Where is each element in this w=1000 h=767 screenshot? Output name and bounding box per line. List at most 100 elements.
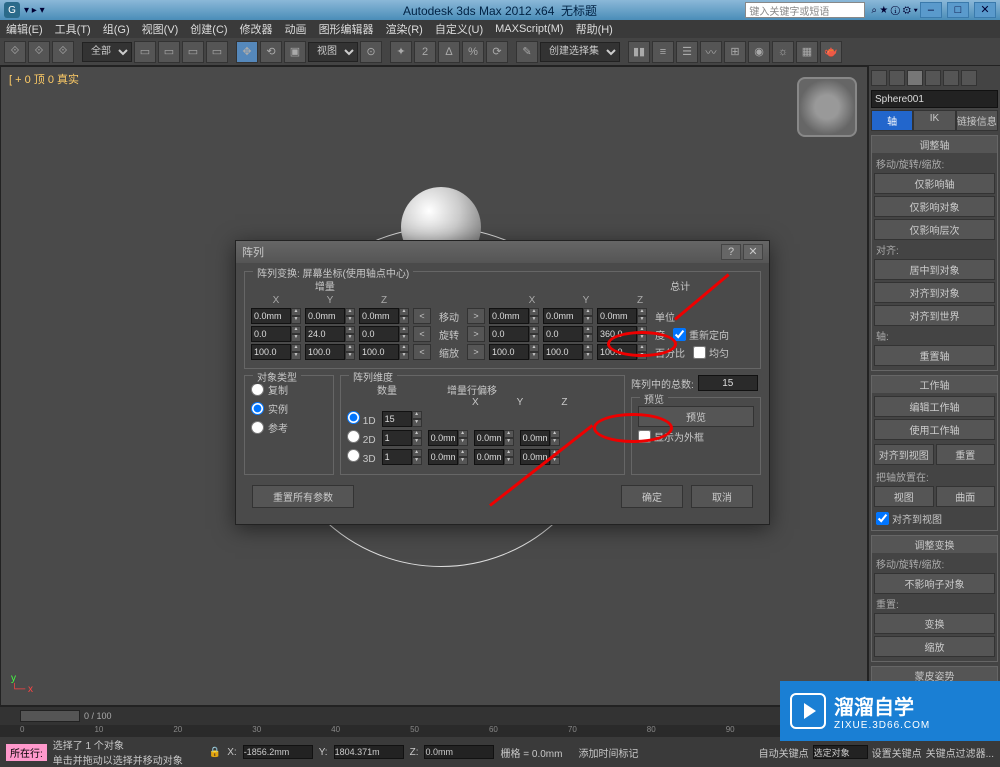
setkey-button[interactable]: 设置关键点 (872, 745, 922, 760)
motion-tab-icon[interactable] (925, 70, 941, 86)
scale-tot-y[interactable]: ▲▼ (543, 344, 593, 360)
app-icon[interactable]: G (4, 2, 20, 18)
move-inc-z[interactable]: ▲▼ (359, 308, 409, 324)
select-icon[interactable]: ▭ (134, 41, 156, 63)
time-tag-button[interactable]: 添加时间标记 (578, 745, 638, 760)
modify-tab-icon[interactable] (889, 70, 905, 86)
linkinfo-subtab[interactable]: 链接信息 (956, 110, 998, 131)
menu-maxscript[interactable]: MAXScript(M) (495, 23, 563, 35)
preview-button[interactable]: 预览 (638, 406, 754, 427)
manip-icon[interactable]: ✦ (390, 41, 412, 63)
align-to-world-button[interactable]: 对齐到世界 (874, 305, 995, 326)
affect-object-button[interactable]: 仅影响对象 (874, 196, 995, 217)
mirror-icon[interactable]: ▮▮ (628, 41, 650, 63)
scale-tot-z[interactable]: ▲▼ (597, 344, 647, 360)
window-crossing-icon[interactable]: ▭ (206, 41, 228, 63)
offset-3d-y[interactable]: ▲▼ (474, 449, 514, 465)
place-view-button[interactable]: 视图 (874, 486, 934, 507)
move-tot-z[interactable]: ▲▼ (597, 308, 647, 324)
snap-angle-icon[interactable]: ∆ (438, 41, 460, 63)
dialog-help-button[interactable]: ? (721, 244, 741, 260)
reset-all-button[interactable]: 重置所有参数 (252, 485, 354, 508)
menu-rendering[interactable]: 渲染(R) (386, 21, 423, 37)
center-to-object-button[interactable]: 居中到对象 (874, 259, 995, 280)
scale-inc-y[interactable]: ▲▼ (305, 344, 355, 360)
render-frame-icon[interactable]: ▦ (796, 41, 818, 63)
curve-editor-icon[interactable]: 〰 (700, 41, 722, 63)
move-inc-x[interactable]: ▲▼ (251, 308, 301, 324)
count-1d[interactable]: ▲▼ (382, 411, 422, 427)
spinner-snap-icon[interactable]: ⟳ (486, 41, 508, 63)
offset-2d-y[interactable]: ▲▼ (474, 430, 514, 446)
named-sel-icon[interactable]: ✎ (516, 41, 538, 63)
hierarchy-tab-icon[interactable] (907, 70, 923, 86)
move-tot-y[interactable]: ▲▼ (543, 308, 593, 324)
infocenter-icons[interactable]: ⌕ ★ ⓘ ⚙ ▾ (871, 5, 917, 16)
render-setup-icon[interactable]: ☼ (772, 41, 794, 63)
offset-3d-x[interactable]: ▲▼ (428, 449, 468, 465)
menu-customize[interactable]: 自定义(U) (435, 21, 483, 37)
scale-left-button[interactable]: < (413, 344, 431, 360)
affect-hierarchy-button[interactable]: 仅影响层次 (874, 219, 995, 240)
move-icon[interactable]: ✥ (236, 41, 258, 63)
autokey-button[interactable]: 自动关键点 (759, 745, 809, 760)
radio-reference[interactable]: 参考 (251, 420, 327, 435)
align-to-object-button[interactable]: 对齐到对象 (874, 282, 995, 303)
dialog-close-button[interactable]: ✕ (743, 244, 763, 260)
menu-group[interactable]: 组(G) (103, 21, 130, 37)
move-inc-y[interactable]: ▲▼ (305, 308, 355, 324)
rot-tot-z[interactable]: ▲▼ (597, 326, 647, 342)
move-tot-x[interactable]: ▲▼ (489, 308, 539, 324)
maximize-button[interactable]: □ (947, 2, 969, 18)
radio-1d[interactable]: 1D (347, 411, 376, 427)
ref-coord-system[interactable]: 视图 (308, 42, 358, 62)
snap-percent-icon[interactable]: % (462, 41, 484, 63)
cancel-button[interactable]: 取消 (691, 485, 753, 508)
layers-icon[interactable]: ☰ (676, 41, 698, 63)
menu-create[interactable]: 创建(C) (190, 21, 227, 37)
wireframe-checkbox[interactable]: 显示为外框 (638, 429, 754, 444)
bind-icon[interactable]: ⟐ (52, 41, 74, 63)
rot-left-button[interactable]: < (413, 326, 431, 342)
pivot-subtab[interactable]: 轴 (871, 110, 913, 131)
move-right-button[interactable]: > (467, 308, 485, 324)
scale-tot-x[interactable]: ▲▼ (489, 344, 539, 360)
time-slider-handle[interactable] (20, 710, 80, 722)
display-tab-icon[interactable] (943, 70, 959, 86)
offset-3d-z[interactable]: ▲▼ (520, 449, 560, 465)
material-editor-icon[interactable]: ◉ (748, 41, 770, 63)
scale-inc-z[interactable]: ▲▼ (359, 344, 409, 360)
reorient-checkbox[interactable]: 重新定向 (673, 327, 729, 342)
rot-inc-y[interactable]: ▲▼ (305, 326, 355, 342)
rot-tot-x[interactable]: ▲▼ (489, 326, 539, 342)
menu-modifiers[interactable]: 修改器 (240, 21, 273, 37)
ik-subtab[interactable]: IK (913, 110, 955, 131)
offset-2d-z[interactable]: ▲▼ (520, 430, 560, 446)
align-to-view-checkbox[interactable]: 对齐到视图 (876, 511, 993, 526)
coord-x-field[interactable] (243, 745, 313, 759)
menu-grapheditors[interactable]: 图形编辑器 (319, 21, 374, 37)
unlink-icon[interactable]: ⟐ (28, 41, 50, 63)
radio-copy[interactable]: 复制 (251, 382, 327, 397)
count-3d[interactable]: ▲▼ (382, 449, 422, 465)
select-name-icon[interactable]: ▭ (158, 41, 180, 63)
link-icon[interactable]: ⟐ (4, 41, 26, 63)
rotate-icon[interactable]: ⟲ (260, 41, 282, 63)
coord-z-field[interactable] (424, 745, 494, 759)
ok-button[interactable]: 确定 (621, 485, 683, 508)
menu-help[interactable]: 帮助(H) (576, 21, 613, 37)
menu-edit[interactable]: 编辑(E) (6, 21, 43, 37)
pivot-icon[interactable]: ⊙ (360, 41, 382, 63)
schematic-icon[interactable]: ⊞ (724, 41, 746, 63)
scale-inc-x[interactable]: ▲▼ (251, 344, 301, 360)
radio-2d[interactable]: 2D (347, 430, 376, 446)
affect-pivot-button[interactable]: 仅影响轴 (874, 173, 995, 194)
uniform-checkbox[interactable]: 均匀 (693, 345, 729, 360)
menu-views[interactable]: 视图(V) (142, 21, 179, 37)
utilities-tab-icon[interactable] (961, 70, 977, 86)
rot-tot-y[interactable]: ▲▼ (543, 326, 593, 342)
key-selset-field[interactable] (813, 745, 868, 759)
rot-inc-x[interactable]: ▲▼ (251, 326, 301, 342)
object-name-field[interactable] (871, 90, 998, 108)
script-listener-tab[interactable]: 所在行: (6, 744, 47, 761)
